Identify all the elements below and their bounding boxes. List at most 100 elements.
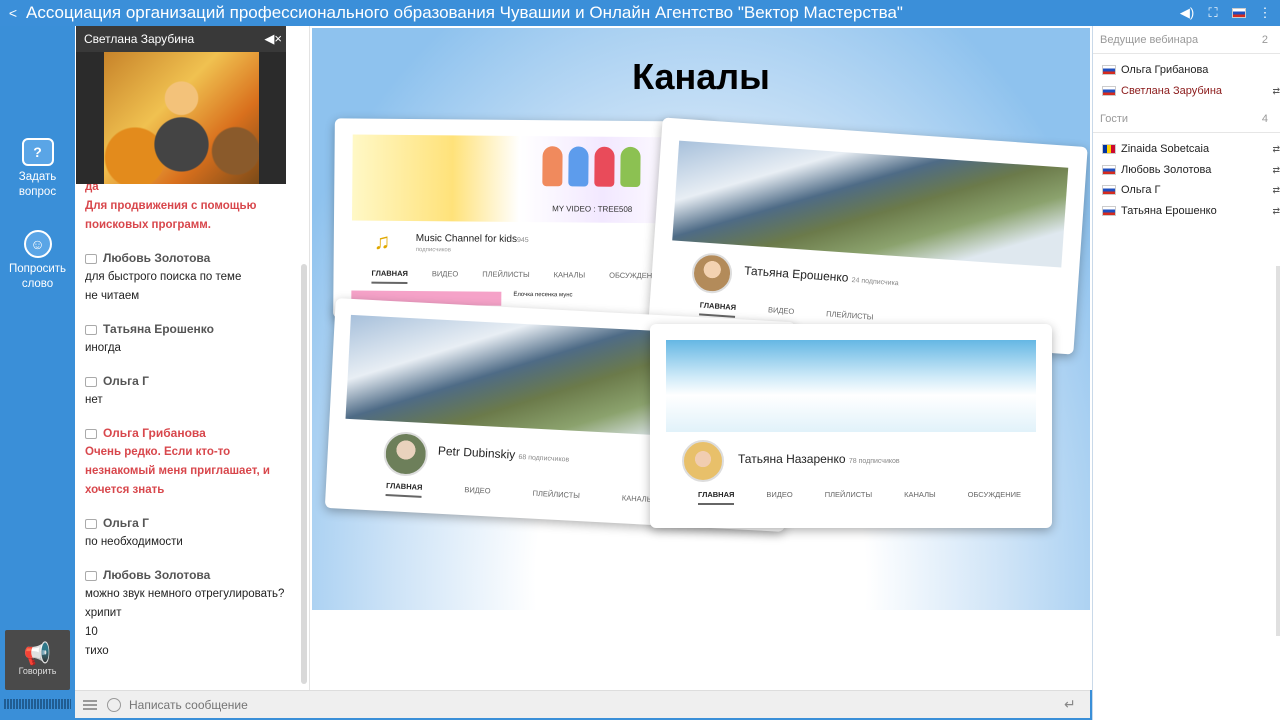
left-sidebar: ? Задать вопрос ☺ Попросить слово 📢 Гово… xyxy=(0,26,75,720)
chat-messages: да Для продвижения с помощью поисковых про… xyxy=(85,176,295,675)
presenter-video[interactable]: Светлана Зарубина ◀× xyxy=(76,26,286,184)
speak-label: Говорить xyxy=(18,666,57,676)
channel-avatar xyxy=(382,430,429,478)
channel-tabs: ГЛАВНАЯ ВИДЕО ПЛЕЙЛИСТЫ КАНАЛЫ xyxy=(385,481,654,510)
channel-banner: MY VIDEO : TREE508 xyxy=(351,134,687,224)
chat-panel: да Для продвижения с помощью поисковых про… xyxy=(75,26,310,690)
fullscreen-icon[interactable]: ⛶ xyxy=(1204,4,1222,22)
message-text: нет xyxy=(85,391,295,410)
channel-tab: ОБСУЖДЕНИЕ xyxy=(967,490,1022,499)
message-text: можно звук немного отрегулировать? хрипит… xyxy=(85,585,295,661)
action-icon[interactable]: ⇄ xyxy=(1272,206,1280,217)
presentation-area: Каналы MY VIDEO : TREE508 ♫ Music Channe… xyxy=(310,26,1092,690)
share-icon[interactable]: < xyxy=(0,5,26,21)
message-text: иногда xyxy=(85,339,295,358)
raise-hand-icon: ☺ xyxy=(23,230,52,258)
speak-button[interactable]: 📢 Говорить xyxy=(5,630,70,690)
flag-icon xyxy=(1102,185,1116,196)
chat-message: Любовь Золотова можно звук немного отрегу… xyxy=(85,566,295,661)
channel-tab: ГЛАВНАЯ xyxy=(699,300,737,318)
chat-message: да Для продвижения с помощью поисковых про… xyxy=(85,178,295,235)
message-text: по необходимости xyxy=(85,533,295,552)
participant-name: Татьяна Ерошенко xyxy=(1121,204,1217,217)
message-line: не читаем xyxy=(85,290,140,302)
message-line: Для продвижения с помощью xyxy=(85,200,257,212)
request-word-button[interactable]: ☺ Попросить слово xyxy=(0,230,75,292)
title-bar: < Ассоциация организаций профессионально… xyxy=(0,0,1280,26)
guests-label: Гости xyxy=(1100,113,1129,125)
chat-message: Любовь Золотова для быстрого поиска по те… xyxy=(85,249,295,306)
chat-bubble-icon xyxy=(85,376,97,387)
channel-banner xyxy=(672,140,1069,268)
enter-icon[interactable]: ↵ xyxy=(1064,696,1084,713)
message-author: Татьяна Ерошенко xyxy=(85,320,295,339)
menu-icon[interactable] xyxy=(83,699,97,710)
chat-bubble-icon xyxy=(85,570,97,581)
ask-question-button[interactable]: ? Задать вопрос xyxy=(0,138,75,200)
author-name: Любовь Золотова xyxy=(103,568,211,582)
participant-item[interactable]: Ольга Г ⇄ xyxy=(1093,180,1280,201)
message-line: незнакомый меня приглашает, и xyxy=(85,465,270,477)
message-line: иногда xyxy=(85,342,121,354)
channel-tab: КАНАЛЫ xyxy=(553,270,586,280)
channel-tab: ГЛАВНАЯ xyxy=(385,481,423,498)
message-author: Ольга Г xyxy=(85,372,295,391)
flag-icon xyxy=(1102,144,1116,155)
smile-icon[interactable] xyxy=(107,697,121,712)
mute-icon[interactable]: ◀× xyxy=(264,31,282,47)
chat-bubble-icon xyxy=(85,518,97,529)
message-line: поисковых программ. xyxy=(85,219,211,231)
action-icon[interactable]: ⇄ xyxy=(1272,144,1280,155)
channel-tab: ВИДЕО xyxy=(767,305,795,317)
subscribers-label: подписчиков xyxy=(415,247,451,254)
participants-panel: Ведущие вебинара 2 Ольга Грибанова Светла… xyxy=(1092,26,1280,720)
volume-icon[interactable]: ◀) xyxy=(1178,4,1196,22)
message-line: Очень редко. Если кто-то xyxy=(85,446,231,458)
chat-bubble-icon xyxy=(85,428,97,439)
participant-item[interactable]: Светлана Зарубина ⇄ xyxy=(1093,81,1280,102)
kids-figures xyxy=(542,146,641,188)
channel-tab: КАНАЛЫ xyxy=(621,493,654,504)
message-text: для быстрого поиска по теме не читаем xyxy=(85,268,295,306)
volume-meter xyxy=(4,699,71,709)
megaphone-icon: 📢 xyxy=(23,641,52,666)
window-title: Ассоциация организаций профессионального… xyxy=(26,3,903,22)
channel-tab: ГЛАВНАЯ xyxy=(371,268,408,284)
participant-name: Любовь Золотова xyxy=(1121,163,1212,176)
action-icon[interactable]: ⇄ xyxy=(1272,185,1280,196)
channel-tab: ПЛЕЙЛИСТЫ xyxy=(482,269,530,280)
participant-item[interactable]: Татьяна Ерошенко ⇄ xyxy=(1093,201,1280,222)
channel-tab: ГЛАВНАЯ xyxy=(698,490,735,505)
more-icon[interactable]: ⋮ xyxy=(1256,4,1274,22)
action-icon[interactable]: ⇄ xyxy=(1272,165,1280,176)
guests-header: Гости 4 xyxy=(1093,105,1280,133)
chat-scrollbar[interactable] xyxy=(301,264,307,684)
presenter-photo xyxy=(104,52,259,184)
presenter-name: Светлана Зарубина xyxy=(76,26,286,52)
message-line: можно звук немного отрегулировать? xyxy=(85,588,285,600)
participant-name: Светлана Зарубина xyxy=(1121,84,1223,97)
participant-item[interactable]: Zinaida Sobetcaia ⇄ xyxy=(1093,139,1280,160)
author-name: Татьяна Ерошенко xyxy=(103,322,214,336)
video-title: Ёлочка песенка мунс xyxy=(513,291,573,299)
slide-title: Каналы xyxy=(632,56,770,97)
ask-question-label: Задать вопрос xyxy=(18,171,57,198)
participants-scrollbar[interactable] xyxy=(1276,266,1280,636)
message-author: Ольга Грибанова xyxy=(85,424,295,443)
message-input[interactable] xyxy=(129,693,1064,716)
hosts-count: 2 xyxy=(1261,34,1268,46)
message-line: по необходимости xyxy=(85,536,183,548)
banner-text: MY VIDEO : TREE508 xyxy=(552,204,633,214)
guests-count: 4 xyxy=(1261,113,1268,125)
author-name: Любовь Золотова xyxy=(103,251,211,265)
participant-item[interactable]: Ольга Грибанова xyxy=(1093,60,1280,81)
channel-name: Татьяна Назаренко 78 подписчиков xyxy=(738,452,900,466)
music-note-icon: ♫ xyxy=(373,228,391,254)
action-icon[interactable]: ⇄ xyxy=(1272,86,1280,97)
request-word-label: Попросить слово xyxy=(8,263,67,290)
hosts-header: Ведущие вебинара 2 xyxy=(1093,26,1280,54)
message-line: хрипит xyxy=(85,607,122,619)
flag-ru-icon[interactable] xyxy=(1230,4,1248,22)
participant-item[interactable]: Любовь Золотова ⇄ xyxy=(1093,160,1280,181)
participant-name: Ольга Г xyxy=(1121,184,1161,197)
